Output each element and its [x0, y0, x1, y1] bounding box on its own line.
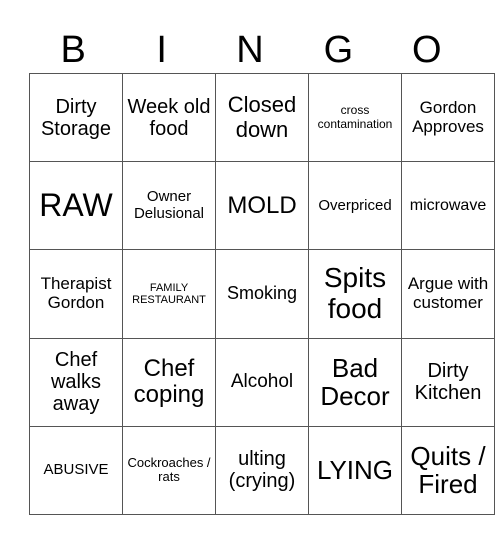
- bingo-header: B I N G O: [29, 28, 471, 72]
- bingo-cell[interactable]: Argue with customer: [401, 249, 495, 339]
- bingo-cell[interactable]: Chef coping: [122, 337, 216, 427]
- header-letter-o: O: [412, 29, 442, 71]
- bingo-cell[interactable]: LYING: [308, 425, 402, 516]
- bingo-cell[interactable]: MOLD: [215, 161, 309, 251]
- bingo-cell[interactable]: Week old food: [122, 72, 216, 163]
- bingo-cell[interactable]: Alcohol: [215, 337, 309, 427]
- bingo-cell[interactable]: Closed down: [215, 72, 309, 163]
- bingo-row: Therapist Gordon FAMILY RESTAURANT Smoki…: [29, 249, 495, 339]
- header-letter-n: N: [236, 29, 264, 71]
- bingo-cell[interactable]: ABUSIVE: [29, 425, 123, 516]
- bingo-card: Dirty Storage Week old food Closed down …: [29, 72, 495, 516]
- bingo-cell[interactable]: Quits / Fired: [401, 425, 495, 516]
- bingo-cell[interactable]: Dirty Storage: [29, 72, 123, 163]
- bingo-row: Chef walks away Chef coping Alcohol Bad …: [29, 337, 495, 427]
- bingo-cell[interactable]: FAMILY RESTAURANT: [122, 249, 216, 339]
- bingo-cell[interactable]: cross contamination: [308, 72, 402, 163]
- bingo-cell[interactable]: Gordon Approves: [401, 72, 495, 163]
- bingo-cell[interactable]: microwave: [401, 161, 495, 251]
- header-letter-g: G: [323, 29, 354, 71]
- bingo-cell[interactable]: Bad Decor: [308, 337, 402, 427]
- bingo-cell[interactable]: Smoking: [215, 249, 309, 339]
- bingo-cell[interactable]: Dirty Kitchen: [401, 337, 495, 427]
- header-letter-b: B: [60, 29, 86, 71]
- bingo-cell[interactable]: Spits food: [308, 249, 402, 339]
- bingo-cell[interactable]: RAW: [29, 161, 123, 251]
- bingo-cell[interactable]: Chef walks away: [29, 337, 123, 427]
- bingo-cell[interactable]: Therapist Gordon: [29, 249, 123, 339]
- header-letter-i: I: [156, 29, 167, 71]
- bingo-cell[interactable]: Overpriced: [308, 161, 402, 251]
- bingo-row: Dirty Storage Week old food Closed down …: [29, 72, 495, 163]
- bingo-row: RAW Owner Delusional MOLD Overpriced mic…: [29, 161, 495, 251]
- bingo-row: ABUSIVE Cockroaches / rats ulting (cryin…: [29, 425, 495, 516]
- bingo-cell[interactable]: Cockroaches / rats: [122, 425, 216, 516]
- bingo-cell[interactable]: ulting (crying): [215, 425, 309, 516]
- bingo-cell[interactable]: Owner Delusional: [122, 161, 216, 251]
